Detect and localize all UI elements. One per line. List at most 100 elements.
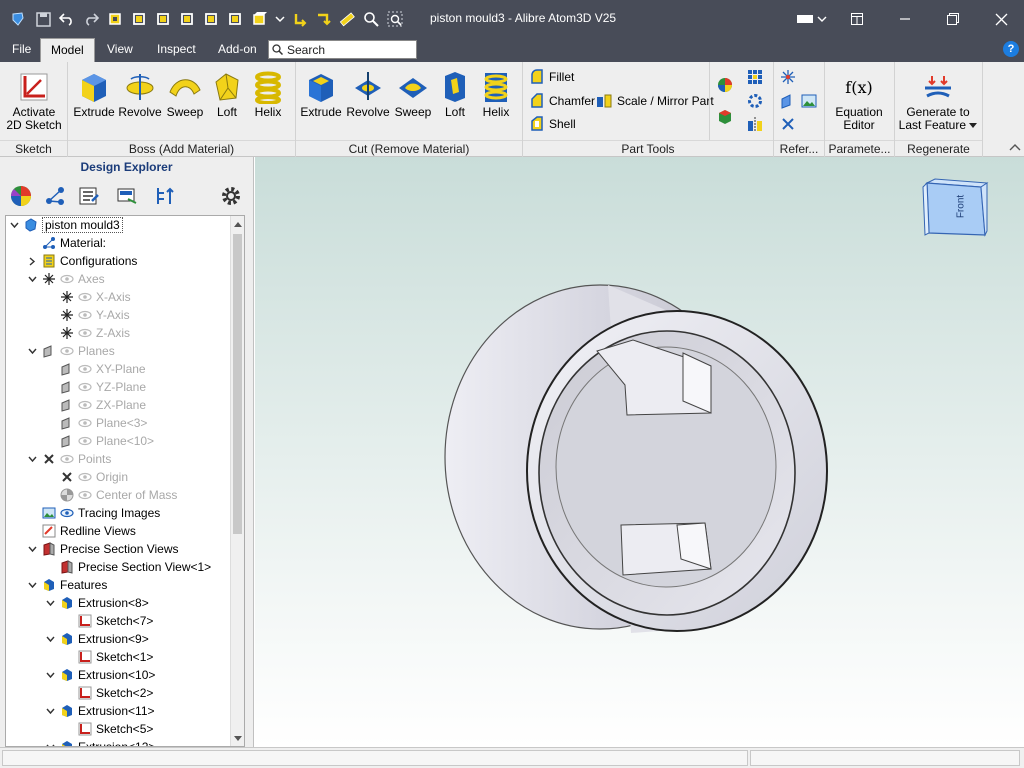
scroll-down-icon[interactable] <box>231 730 244 746</box>
mirror-feature-icon[interactable] <box>746 115 764 133</box>
visibility-eye-icon[interactable] <box>78 472 92 482</box>
color-part-icon[interactable] <box>716 76 734 94</box>
tree-item[interactable]: Axes <box>26 270 105 288</box>
boss-helix-button[interactable]: Helix <box>248 68 288 140</box>
generate-to-last-feature-button[interactable]: Generate to Last Feature <box>898 68 978 140</box>
chevron-down-icon[interactable] <box>44 630 56 648</box>
feature-color-icon[interactable] <box>716 108 734 126</box>
tree-item[interactable]: Material: <box>26 234 106 252</box>
tab-add-on[interactable]: Add-on <box>208 38 267 62</box>
tree-item[interactable]: Extrusion<9> <box>44 630 149 648</box>
tree-item[interactable]: Plane<3> <box>44 414 147 432</box>
tree-item[interactable]: Tracing Images <box>26 504 160 522</box>
activate-2d-sketch-button[interactable]: Activate 2D Sketch <box>4 68 64 140</box>
tree-item[interactable]: Extrusion<8> <box>44 594 149 612</box>
save-icon[interactable] <box>33 9 53 29</box>
ribbon-display-options-button[interactable] <box>790 0 836 38</box>
tree-item[interactable]: Sketch<7> <box>62 612 153 630</box>
chevron-down-icon[interactable] <box>8 216 20 234</box>
tree-item[interactable]: Sketch<5> <box>62 720 153 738</box>
minimize-button[interactable] <box>882 0 928 38</box>
display-options-icon[interactable] <box>114 183 140 209</box>
tree-item[interactable]: Y-Axis <box>44 306 130 324</box>
tree-item[interactable]: Origin <box>44 468 128 486</box>
visibility-eye-icon[interactable] <box>78 382 92 392</box>
reference-plane-icon[interactable] <box>779 92 797 110</box>
undo-icon[interactable] <box>57 9 77 29</box>
tree-item[interactable]: Z-Axis <box>44 324 130 342</box>
view-left-icon[interactable] <box>225 9 245 29</box>
chevron-down-icon[interactable] <box>26 270 38 288</box>
tree-scrollbar[interactable] <box>230 216 244 746</box>
help-icon[interactable]: ? <box>1003 41 1019 57</box>
tree-item[interactable]: Redline Views <box>26 522 136 540</box>
view-cube[interactable]: Front <box>921 177 989 246</box>
tree-item[interactable]: Precise Section View<1> <box>44 558 211 576</box>
tree-sort-icon[interactable] <box>152 183 178 209</box>
piston-mould-model[interactable] <box>255 157 1024 747</box>
explorer-settings-gear-icon[interactable] <box>218 183 244 209</box>
properties-list-icon[interactable] <box>76 183 102 209</box>
tree-item[interactable]: Features <box>26 576 107 594</box>
view-back-icon[interactable] <box>153 9 173 29</box>
customize-dropdown-icon[interactable] <box>270 9 290 29</box>
view-cube-front-label[interactable]: Front <box>956 187 967 227</box>
visibility-eye-icon[interactable] <box>60 274 74 284</box>
tree-item[interactable]: piston mould3 <box>8 216 123 234</box>
tab-view[interactable]: View <box>97 38 143 62</box>
visibility-eye-icon[interactable] <box>78 328 92 338</box>
tree-item[interactable]: Extrusion<10> <box>44 666 155 684</box>
chevron-down-icon[interactable] <box>44 594 56 612</box>
move-up-icon[interactable] <box>290 9 310 29</box>
visibility-eye-icon[interactable] <box>60 508 74 518</box>
reference-image-icon[interactable] <box>800 92 818 110</box>
reference-axis-icon[interactable] <box>779 68 797 86</box>
tree-item[interactable]: Extrusion<11> <box>44 702 155 720</box>
chevron-right-icon[interactable] <box>26 252 38 270</box>
tree-item[interactable]: Sketch<2> <box>62 684 153 702</box>
measure-icon[interactable] <box>337 9 357 29</box>
chevron-down-icon[interactable] <box>44 702 56 720</box>
fillet-button[interactable]: Fillet <box>530 68 574 86</box>
tree-item[interactable]: ZX-Plane <box>44 396 146 414</box>
cut-sweep-button[interactable]: Sweep <box>392 68 434 140</box>
search-box[interactable] <box>268 40 417 59</box>
scale-mirror-part-button[interactable]: Scale / Mirror Part <box>596 92 714 110</box>
tree-item[interactable]: Configurations <box>26 252 137 270</box>
tree-item[interactable]: Precise Section Views <box>26 540 179 558</box>
visibility-eye-icon[interactable] <box>78 490 92 500</box>
move-down-icon[interactable] <box>313 9 333 29</box>
tab-inspect[interactable]: Inspect <box>147 38 206 62</box>
cut-loft-button[interactable]: Loft <box>436 68 474 140</box>
chamfer-button[interactable]: Chamfer <box>530 92 595 110</box>
tree-item[interactable]: XY-Plane <box>44 360 146 378</box>
visibility-eye-icon[interactable] <box>60 346 74 356</box>
chevron-down-icon[interactable] <box>26 342 38 360</box>
color-wheel-icon[interactable] <box>8 183 34 209</box>
search-input[interactable] <box>287 42 415 57</box>
boss-revolve-button[interactable]: Revolve <box>117 68 163 140</box>
restore-layout-button[interactable] <box>834 0 880 38</box>
view-top-icon[interactable] <box>177 9 197 29</box>
equation-editor-button[interactable]: f(x) Equation Editor <box>830 68 888 140</box>
tree-item[interactable]: Planes <box>26 342 115 360</box>
visibility-eye-icon[interactable] <box>78 418 92 428</box>
chevron-down-icon[interactable] <box>44 738 56 746</box>
scrollbar-thumb[interactable] <box>233 234 242 534</box>
view-iso-icon[interactable] <box>105 9 125 29</box>
close-button[interactable] <box>978 0 1024 38</box>
scroll-up-icon[interactable] <box>231 216 244 232</box>
visibility-eye-icon[interactable] <box>78 364 92 374</box>
chevron-down-icon[interactable] <box>26 576 38 594</box>
circular-pattern-icon[interactable] <box>746 92 764 110</box>
view-front-icon[interactable] <box>129 9 149 29</box>
boss-sweep-button[interactable]: Sweep <box>164 68 206 140</box>
reference-point-icon[interactable] <box>779 115 797 133</box>
zoom-window-icon[interactable] <box>385 9 405 29</box>
chevron-down-icon[interactable] <box>26 540 38 558</box>
view-right-icon[interactable] <box>249 9 269 29</box>
tree-item[interactable]: Center of Mass <box>44 486 177 504</box>
visibility-eye-icon[interactable] <box>78 292 92 302</box>
hierarchy-icon[interactable] <box>42 183 68 209</box>
chevron-down-icon[interactable] <box>44 666 56 684</box>
